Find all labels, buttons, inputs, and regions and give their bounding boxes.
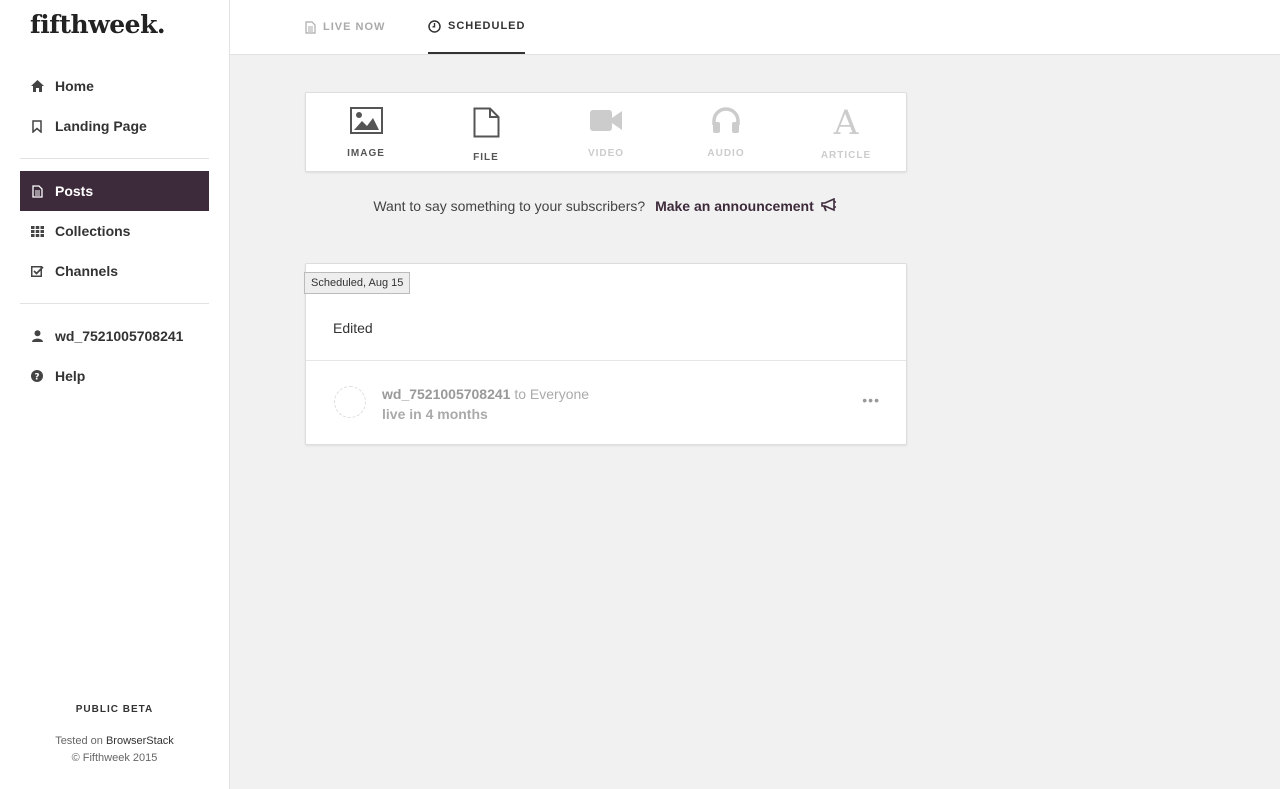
post-type-label: IMAGE <box>347 148 385 159</box>
tab-label: LIVE NOW <box>323 21 386 33</box>
browserstack-link[interactable]: BrowserStack <box>106 735 174 747</box>
post-audience: to Everyone <box>514 386 590 402</box>
post-type-audio[interactable]: AUDIO <box>666 93 786 171</box>
clock-icon <box>428 19 441 33</box>
check-square-icon <box>30 264 44 278</box>
announcement-text: Want to say something to your subscriber… <box>373 198 646 214</box>
sidebar-item-landing-page[interactable]: Landing Page <box>20 106 209 146</box>
font-icon: A <box>831 103 861 143</box>
sidebar-item-label: Channels <box>55 263 119 279</box>
sidebar-item-label: Posts <box>55 183 94 199</box>
tab-label: SCHEDULED <box>448 20 526 32</box>
copyright: © Fifthweek 2015 <box>71 752 158 764</box>
home-icon <box>30 79 44 93</box>
sidebar-item-help[interactable]: ? Help <box>20 356 209 396</box>
sidebar-item-label: Home <box>55 78 94 94</box>
post-type-label: ARTICLE <box>820 150 872 161</box>
card-divider <box>306 360 906 361</box>
bookmark-icon <box>30 119 44 133</box>
user-icon <box>30 329 44 343</box>
top-tab-bar: LIVE NOW SCHEDULED <box>230 0 1280 55</box>
announcement-prompt: Want to say something to your subscriber… <box>305 197 905 215</box>
video-camera-icon <box>590 107 622 139</box>
bullhorn-icon <box>820 197 837 215</box>
sidebar-item-label: wd_7521005708241 <box>55 328 184 344</box>
scheduled-date-badge: Scheduled, Aug 15 <box>304 272 411 294</box>
sidebar-item-label: Help <box>55 368 86 384</box>
post-type-image[interactable]: IMAGE <box>306 93 426 171</box>
public-beta-label: PUBLIC BETA <box>75 704 154 715</box>
post-status: live in 4 months <box>382 406 488 422</box>
sidebar: fifthweek. Home Landing Page Posts Colle <box>0 0 230 789</box>
post-type-article[interactable]: A ARTICLE <box>786 93 906 171</box>
post-type-picker: IMAGE FILE VIDEO AUDIO A ARTICLE <box>305 92 907 172</box>
sidebar-item-label: Collections <box>55 223 131 239</box>
image-icon <box>349 107 383 139</box>
avatar[interactable] <box>334 386 366 418</box>
file-icon <box>30 184 44 198</box>
svg-text:?: ? <box>34 373 39 383</box>
headphones-icon <box>711 107 741 139</box>
post-type-label: AUDIO <box>707 148 745 159</box>
file-icon <box>305 20 316 34</box>
make-announcement-link[interactable]: Make an announcement <box>655 197 837 215</box>
scheduled-post-card: Scheduled, Aug 15 Edited wd_752100570824… <box>304 263 907 445</box>
tab-scheduled[interactable]: SCHEDULED <box>428 0 526 54</box>
tab-live-now[interactable]: LIVE NOW <box>305 0 385 54</box>
post-meta: wd_7521005708241 to Everyone live in 4 m… <box>382 384 589 424</box>
brand-logo[interactable]: fifthweek. <box>30 10 166 39</box>
grid-icon <box>30 224 44 238</box>
sidebar-footer: PUBLIC BETA Tested on BrowserStack © Fif… <box>0 701 229 767</box>
post-type-video[interactable]: VIDEO <box>546 93 666 171</box>
post-type-label: FILE <box>473 152 499 163</box>
sidebar-item-home[interactable]: Home <box>20 66 209 106</box>
question-circle-icon: ? <box>30 369 44 383</box>
more-options-button[interactable]: ••• <box>862 392 880 408</box>
sidebar-item-account[interactable]: wd_7521005708241 <box>20 316 209 356</box>
nav-divider <box>20 303 209 304</box>
sidebar-item-collections[interactable]: Collections <box>20 211 209 251</box>
tested-on-text: Tested on BrowserStack <box>55 735 174 747</box>
post-content[interactable]: Edited <box>333 320 373 336</box>
svg-text:A: A <box>833 107 859 136</box>
sidebar-item-channels[interactable]: Channels <box>20 251 209 291</box>
post-type-label: VIDEO <box>587 148 625 159</box>
nav-divider <box>20 158 209 159</box>
primary-nav: Home Landing Page Posts Collections Chan… <box>20 66 209 396</box>
post-author[interactable]: wd_7521005708241 <box>382 386 510 402</box>
file-outline-icon <box>473 107 500 143</box>
sidebar-item-label: Landing Page <box>55 118 147 134</box>
sidebar-item-posts[interactable]: Posts <box>20 171 209 211</box>
post-type-file[interactable]: FILE <box>426 93 546 171</box>
